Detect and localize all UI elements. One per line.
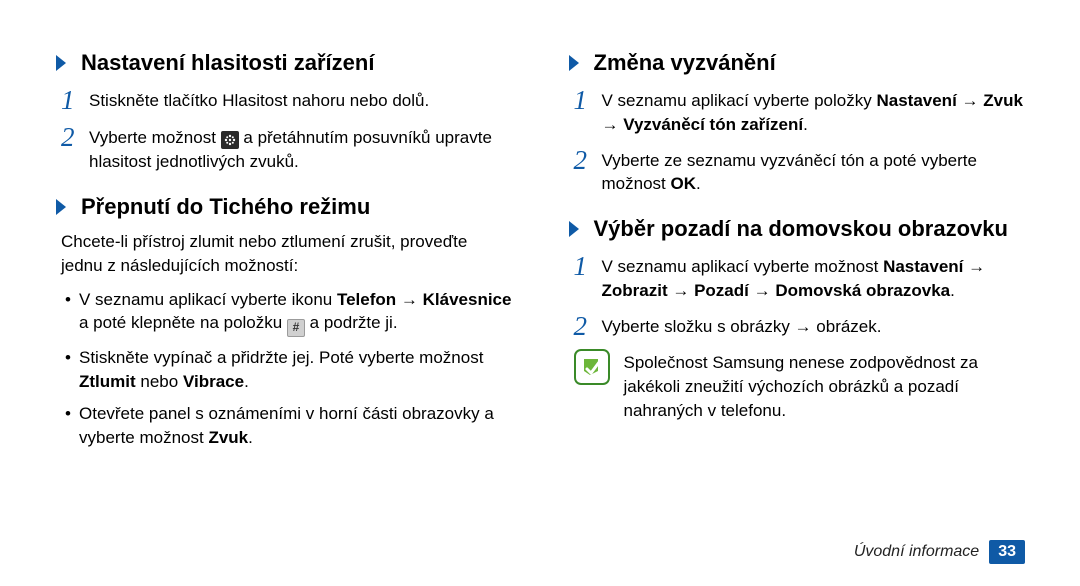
- chevron-right-icon: [568, 219, 584, 239]
- step-text: Vyberte složku s obrázky → obrázek.: [602, 312, 882, 339]
- section-wallpaper: Výběr pozadí na domovskou obrazovku: [568, 216, 1026, 242]
- footer-section-label: Úvodní informace: [854, 543, 979, 561]
- page-number: 33: [989, 540, 1025, 564]
- right-column: Změna vyzvánění 1 V seznamu aplikací vyb…: [568, 50, 1026, 459]
- step-row: 2 Vyberte ze seznamu vyzváněcí tón a pot…: [574, 146, 1026, 197]
- hash-key-icon: #: [287, 319, 305, 337]
- section-change-ringtone: Změna vyzvánění: [568, 50, 1026, 76]
- list-item: • Stiskněte vypínač a přidržte jej. Poté…: [65, 346, 513, 394]
- chevron-right-icon: [568, 53, 584, 73]
- step-number: 1: [61, 86, 89, 114]
- step-number: 1: [574, 86, 602, 114]
- step-row: 1 Stiskněte tlačítko Hlasitost nahoru ne…: [61, 86, 513, 114]
- note-icon: [574, 349, 610, 385]
- heading-text: Změna vyzvánění: [594, 50, 776, 76]
- left-column: Nastavení hlasitosti zařízení 1 Stisknět…: [55, 50, 513, 459]
- step-text: V seznamu aplikací vyberte možnost Nasta…: [602, 252, 1026, 303]
- section-device-volume: Nastavení hlasitosti zařízení: [55, 50, 513, 76]
- step-number: 2: [61, 123, 89, 151]
- list-item: • Otevřete panel s oznámeními v horní čá…: [65, 402, 513, 450]
- step-text: V seznamu aplikací vyberte položky Nasta…: [602, 86, 1026, 137]
- step-row: 2 Vyberte možnost: [61, 123, 513, 174]
- step-number: 2: [574, 312, 602, 340]
- bullet-dot: •: [65, 288, 79, 337]
- note-block: Společnost Samsung nenese zodpovědnost z…: [574, 349, 1026, 422]
- step-text: Stiskněte tlačítko Hlasitost nahoru nebo…: [89, 86, 429, 113]
- note-text: Společnost Samsung nenese zodpovědnost z…: [624, 349, 1026, 422]
- step-text: Vyberte možnost a přetáhnutím pos: [89, 123, 513, 174]
- step-row: 2 Vyberte složku s obrázky → obrázek.: [574, 312, 1026, 340]
- heading-text: Výběr pozadí na domovskou obrazovku: [594, 216, 1008, 242]
- step-row: 1 V seznamu aplikací vyberte položky Nas…: [574, 86, 1026, 137]
- step-row: 1 V seznamu aplikací vyberte možnost Nas…: [574, 252, 1026, 303]
- step-number: 1: [574, 252, 602, 280]
- section-silent-mode: Přepnutí do Tichého režimu: [55, 194, 513, 220]
- step-text: Vyberte ze seznamu vyzváněcí tón a poté …: [602, 146, 1026, 197]
- heading-text: Přepnutí do Tichého režimu: [81, 194, 370, 220]
- intro-paragraph: Chcete-li přístroj zlumit nebo ztlumení …: [61, 230, 513, 278]
- step-number: 2: [574, 146, 602, 174]
- bullet-dot: •: [65, 402, 79, 450]
- bullet-list: • V seznamu aplikací vyberte ikonu Telef…: [65, 288, 513, 450]
- chevron-right-icon: [55, 197, 71, 217]
- settings-icon: [221, 131, 239, 149]
- chevron-right-icon: [55, 53, 71, 73]
- heading-text: Nastavení hlasitosti zařízení: [81, 50, 374, 76]
- list-item: • V seznamu aplikací vyberte ikonu Telef…: [65, 288, 513, 337]
- page-content: Nastavení hlasitosti zařízení 1 Stisknět…: [0, 0, 1080, 459]
- page-footer: Úvodní informace 33: [854, 540, 1025, 564]
- bullet-dot: •: [65, 346, 79, 394]
